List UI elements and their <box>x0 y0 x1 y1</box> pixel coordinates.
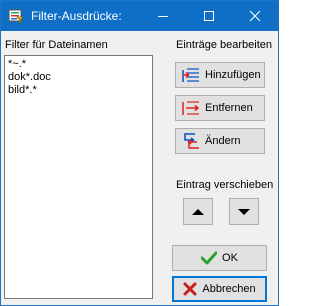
triangle-down-icon <box>238 208 250 215</box>
remove-entry-icon <box>182 101 200 115</box>
triangle-up-icon <box>192 208 204 215</box>
ok-button[interactable]: OK <box>172 245 267 271</box>
remove-button[interactable]: Entfernen <box>175 95 265 121</box>
change-button[interactable]: Ändern <box>175 128 265 154</box>
cancel-button[interactable]: Abbrechen <box>172 276 267 302</box>
close-icon <box>249 10 261 22</box>
window-title: Filter-Ausdrücke: <box>31 9 122 23</box>
filter-dialog: Filter-Ausdrücke: Filter für Dateinamen … <box>0 0 279 306</box>
remove-button-label: Entfernen <box>205 102 253 114</box>
edit-entries-label: Einträge bearbeiten <box>176 39 273 51</box>
add-button-label: Hinzufügen <box>205 69 261 81</box>
move-up-button[interactable] <box>183 198 213 225</box>
list-item[interactable]: *~.* <box>8 58 149 71</box>
maximize-button[interactable] <box>186 1 232 31</box>
x-icon <box>183 282 197 296</box>
list-item[interactable]: dok*.doc <box>8 71 149 84</box>
maximize-icon <box>204 11 214 21</box>
minimize-icon <box>158 16 168 17</box>
filter-icon <box>8 9 24 24</box>
add-entry-icon <box>182 68 199 82</box>
checkmark-icon <box>201 251 218 265</box>
filter-list-label: Filter für Dateinamen <box>5 39 108 51</box>
close-button[interactable] <box>232 1 278 31</box>
change-button-label: Ändern <box>205 135 241 147</box>
list-item[interactable]: bild*.* <box>8 84 149 97</box>
move-entry-label: Eintrag verschieben <box>176 179 274 191</box>
move-down-button[interactable] <box>229 198 259 225</box>
change-entry-icon <box>184 133 199 149</box>
cancel-button-label: Abbrechen <box>202 283 256 295</box>
minimize-button[interactable] <box>140 1 186 31</box>
title-bar[interactable]: Filter-Ausdrücke: <box>1 1 278 31</box>
ok-button-label: OK <box>222 252 238 264</box>
filter-list[interactable]: *~.* dok*.doc bild*.* <box>4 55 153 299</box>
add-button[interactable]: Hinzufügen <box>175 62 265 88</box>
